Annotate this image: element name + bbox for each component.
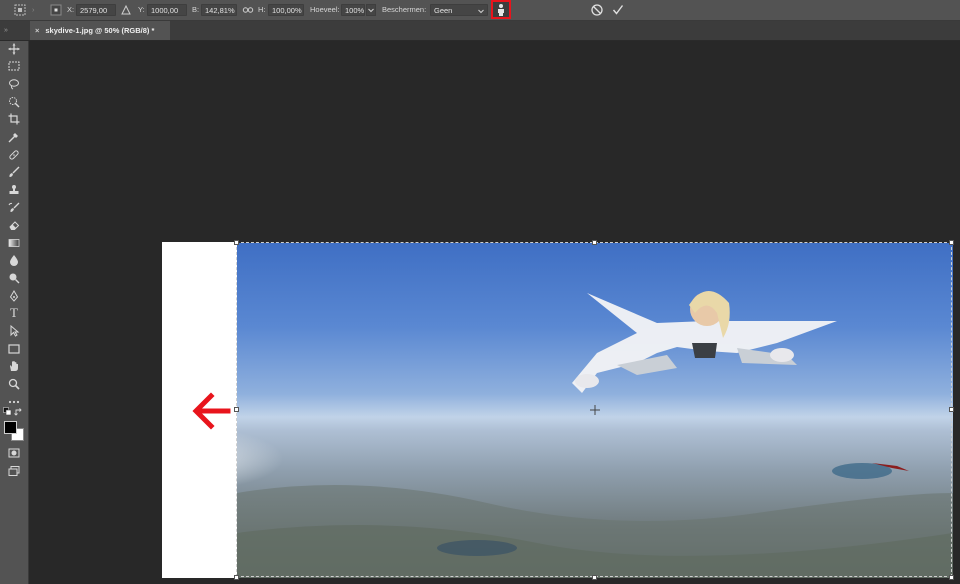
width-scale-field[interactable]: 142,81% <box>201 4 237 16</box>
transform-handle-middle-left[interactable] <box>234 407 239 412</box>
content-aware-scale-tool-icon[interactable] <box>14 0 26 20</box>
lasso-tool-icon[interactable] <box>6 77 22 91</box>
swap-colors-icon[interactable] <box>14 407 24 417</box>
transform-handle-bottom-center[interactable] <box>592 575 597 580</box>
foreground-color-swatch[interactable] <box>4 421 17 434</box>
x-position-field[interactable]: 2579,00 px <box>76 4 116 27</box>
transform-handle-bottom-right[interactable] <box>949 575 954 580</box>
history-brush-tool-icon[interactable] <box>6 201 22 215</box>
document-tab-title: skydive-1.jpg @ 50% (RGB/8) * <box>45 26 155 35</box>
height-scale-field[interactable]: 100,00% <box>268 4 304 16</box>
y-label: Y: <box>138 5 145 14</box>
rect-marquee-tool-icon[interactable] <box>6 59 22 73</box>
quick-selection-tool-icon[interactable] <box>6 95 22 109</box>
default-colors-icon[interactable] <box>3 407 13 417</box>
dodge-tool-icon[interactable] <box>6 271 22 285</box>
color-swatches <box>3 420 25 442</box>
transform-handle-middle-right[interactable] <box>949 407 954 412</box>
protect-label: Beschermen: <box>382 5 427 14</box>
amount-dropdown-button[interactable] <box>366 4 376 16</box>
amount-label: Hoeveel: <box>310 5 340 14</box>
skydive-photo[interactable] <box>237 243 953 578</box>
protect-skin-tones-button[interactable] <box>491 0 511 19</box>
move-tool-icon[interactable] <box>6 42 22 56</box>
chevron-down-icon <box>368 8 374 13</box>
person-icon <box>498 4 504 16</box>
blur-tool-icon[interactable] <box>6 253 22 267</box>
panel-collapse-icon[interactable]: » <box>4 21 8 40</box>
left-arrow-annotation-icon <box>190 392 232 430</box>
protect-select[interactable]: Geen <box>430 4 488 16</box>
clone-stamp-tool-icon[interactable] <box>6 183 22 197</box>
transform-handle-top-right[interactable] <box>949 240 954 245</box>
pen-tool-icon[interactable] <box>6 289 22 303</box>
x-label: X: <box>67 5 75 14</box>
cancel-transform-icon[interactable] <box>590 0 604 20</box>
crop-tool-icon[interactable] <box>6 112 22 126</box>
close-tab-icon[interactable]: × <box>35 26 39 35</box>
document-tab-bar: » × skydive-1.jpg @ 50% (RGB/8) * <box>0 21 960 41</box>
y-position-field[interactable]: 1000,00 px <box>147 4 187 27</box>
eyedropper-tool-icon[interactable] <box>6 130 22 144</box>
type-tool-icon[interactable]: T <box>6 305 22 320</box>
transform-handle-top-left[interactable] <box>234 240 239 245</box>
path-selection-tool-icon[interactable] <box>6 324 22 338</box>
healing-brush-tool-icon[interactable] <box>6 148 22 162</box>
hand-tool-icon[interactable] <box>6 359 22 373</box>
tools-panel: T <box>0 41 29 584</box>
link-aspect-icon[interactable] <box>242 0 254 20</box>
protect-select-value: Geen <box>434 6 453 15</box>
eraser-tool-icon[interactable] <box>6 218 22 232</box>
height-label: H: <box>258 5 266 14</box>
options-bar: › X: 2579,00 px Y: 1000,00 px B: 142,81%… <box>0 0 960 27</box>
rectangle-tool-icon[interactable] <box>6 342 22 356</box>
quick-mask-icon[interactable] <box>6 446 22 460</box>
tool-preset-chevron-icon[interactable]: › <box>32 0 35 20</box>
reference-point-icon[interactable] <box>50 0 62 20</box>
document-tab[interactable]: × skydive-1.jpg @ 50% (RGB/8) * <box>30 21 170 40</box>
chevron-down-icon <box>478 9 484 14</box>
width-label: B: <box>192 5 200 14</box>
zoom-tool-icon[interactable] <box>6 377 22 391</box>
gradient-tool-icon[interactable] <box>6 236 22 250</box>
relative-position-icon[interactable] <box>121 0 131 20</box>
commit-transform-icon[interactable] <box>611 0 625 20</box>
brush-tool-icon[interactable] <box>6 165 22 179</box>
transform-handle-bottom-left[interactable] <box>234 575 239 580</box>
screen-mode-icon[interactable] <box>6 464 22 478</box>
amount-field[interactable]: 100% <box>341 4 365 16</box>
transform-handle-top-center[interactable] <box>592 240 597 245</box>
